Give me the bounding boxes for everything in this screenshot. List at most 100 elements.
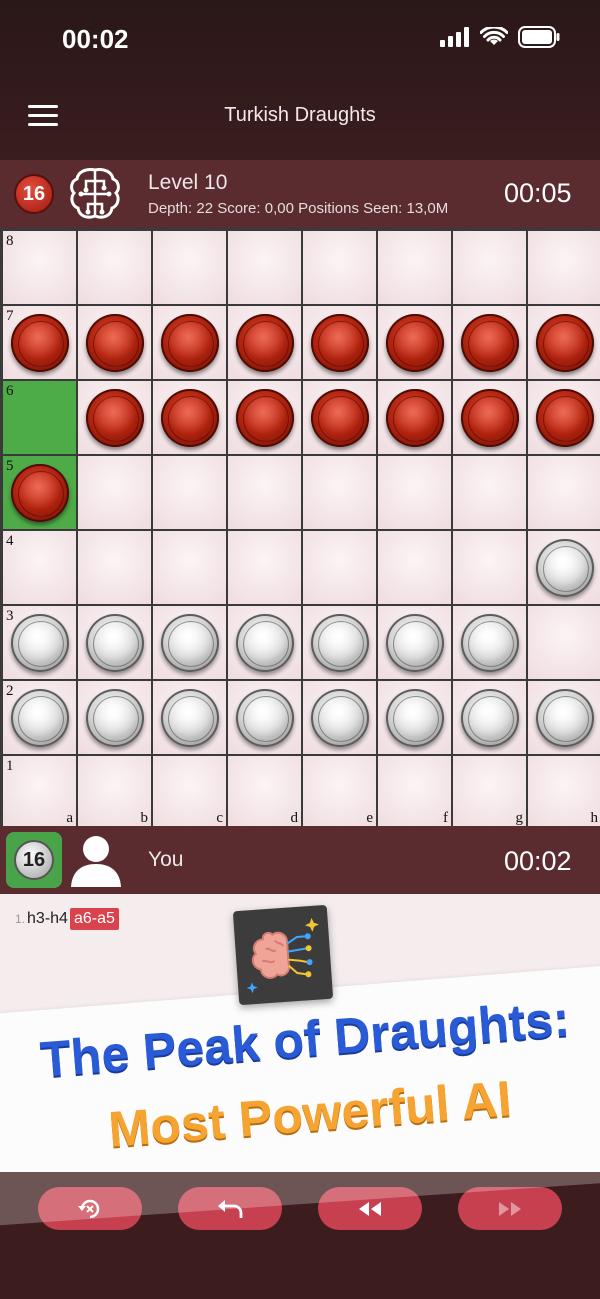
square-d3[interactable] bbox=[228, 606, 301, 679]
square-c1[interactable]: c bbox=[153, 756, 226, 829]
white-piece[interactable] bbox=[311, 689, 369, 747]
square-b1[interactable]: b bbox=[78, 756, 151, 829]
red-piece[interactable] bbox=[311, 389, 369, 447]
square-g4[interactable] bbox=[453, 531, 526, 604]
white-piece[interactable] bbox=[236, 689, 294, 747]
red-piece[interactable] bbox=[236, 389, 294, 447]
square-g7[interactable] bbox=[453, 306, 526, 379]
square-a7[interactable]: 7 bbox=[3, 306, 76, 379]
white-piece[interactable] bbox=[161, 614, 219, 672]
square-a4[interactable]: 4 bbox=[3, 531, 76, 604]
red-piece[interactable] bbox=[386, 389, 444, 447]
white-piece[interactable] bbox=[11, 689, 69, 747]
red-piece[interactable] bbox=[536, 389, 594, 447]
square-c3[interactable] bbox=[153, 606, 226, 679]
square-a1[interactable]: 1a bbox=[3, 756, 76, 829]
square-c5[interactable] bbox=[153, 456, 226, 529]
red-piece[interactable] bbox=[86, 314, 144, 372]
square-f5[interactable] bbox=[378, 456, 451, 529]
red-piece[interactable] bbox=[11, 314, 69, 372]
square-c4[interactable] bbox=[153, 531, 226, 604]
square-e2[interactable] bbox=[303, 681, 376, 754]
square-b5[interactable] bbox=[78, 456, 151, 529]
square-f4[interactable] bbox=[378, 531, 451, 604]
red-piece[interactable] bbox=[161, 389, 219, 447]
square-g2[interactable] bbox=[453, 681, 526, 754]
square-g6[interactable] bbox=[453, 381, 526, 454]
square-d7[interactable] bbox=[228, 306, 301, 379]
square-c7[interactable] bbox=[153, 306, 226, 379]
square-g5[interactable] bbox=[453, 456, 526, 529]
square-b3[interactable] bbox=[78, 606, 151, 679]
move-white[interactable]: h3-h4 bbox=[27, 910, 68, 928]
red-piece[interactable] bbox=[86, 389, 144, 447]
square-f1[interactable]: f bbox=[378, 756, 451, 829]
white-piece[interactable] bbox=[236, 614, 294, 672]
square-f6[interactable] bbox=[378, 381, 451, 454]
square-a3[interactable]: 3 bbox=[3, 606, 76, 679]
red-piece[interactable] bbox=[536, 314, 594, 372]
red-piece[interactable] bbox=[11, 464, 69, 522]
square-c6[interactable] bbox=[153, 381, 226, 454]
square-h8[interactable] bbox=[528, 231, 600, 304]
white-piece[interactable] bbox=[161, 689, 219, 747]
square-e5[interactable] bbox=[303, 456, 376, 529]
square-h1[interactable]: h bbox=[528, 756, 600, 829]
square-e4[interactable] bbox=[303, 531, 376, 604]
white-piece[interactable] bbox=[386, 689, 444, 747]
square-h5[interactable] bbox=[528, 456, 600, 529]
square-e7[interactable] bbox=[303, 306, 376, 379]
square-a6[interactable]: 6 bbox=[3, 381, 76, 454]
white-piece[interactable] bbox=[86, 689, 144, 747]
red-piece[interactable] bbox=[236, 314, 294, 372]
fast-forward-button[interactable] bbox=[458, 1187, 562, 1230]
white-piece[interactable] bbox=[386, 614, 444, 672]
move-black-current[interactable]: a6-a5 bbox=[69, 908, 119, 930]
square-d6[interactable] bbox=[228, 381, 301, 454]
square-d5[interactable] bbox=[228, 456, 301, 529]
square-f8[interactable] bbox=[378, 231, 451, 304]
red-piece[interactable] bbox=[386, 314, 444, 372]
square-g1[interactable]: g bbox=[453, 756, 526, 829]
square-f7[interactable] bbox=[378, 306, 451, 379]
square-h7[interactable] bbox=[528, 306, 600, 379]
square-c8[interactable] bbox=[153, 231, 226, 304]
square-a8[interactable]: 8 bbox=[3, 231, 76, 304]
square-e6[interactable] bbox=[303, 381, 376, 454]
square-e8[interactable] bbox=[303, 231, 376, 304]
square-h6[interactable] bbox=[528, 381, 600, 454]
square-d2[interactable] bbox=[228, 681, 301, 754]
white-piece[interactable] bbox=[536, 689, 594, 747]
red-piece[interactable] bbox=[161, 314, 219, 372]
square-b7[interactable] bbox=[78, 306, 151, 379]
square-d4[interactable] bbox=[228, 531, 301, 604]
white-piece[interactable] bbox=[86, 614, 144, 672]
square-f3[interactable] bbox=[378, 606, 451, 679]
square-g8[interactable] bbox=[453, 231, 526, 304]
red-piece[interactable] bbox=[461, 314, 519, 372]
square-a2[interactable]: 2 bbox=[3, 681, 76, 754]
square-d1[interactable]: d bbox=[228, 756, 301, 829]
square-b2[interactable] bbox=[78, 681, 151, 754]
white-piece[interactable] bbox=[461, 689, 519, 747]
white-piece[interactable] bbox=[311, 614, 369, 672]
square-b6[interactable] bbox=[78, 381, 151, 454]
square-h4[interactable] bbox=[528, 531, 600, 604]
white-piece[interactable] bbox=[11, 614, 69, 672]
square-f2[interactable] bbox=[378, 681, 451, 754]
square-g3[interactable] bbox=[453, 606, 526, 679]
square-a5[interactable]: 5 bbox=[3, 456, 76, 529]
square-e1[interactable]: e bbox=[303, 756, 376, 829]
red-piece[interactable] bbox=[461, 389, 519, 447]
square-d8[interactable] bbox=[228, 231, 301, 304]
rank-label: 6 bbox=[6, 383, 14, 399]
square-b4[interactable] bbox=[78, 531, 151, 604]
white-piece[interactable] bbox=[536, 539, 594, 597]
square-h2[interactable] bbox=[528, 681, 600, 754]
white-piece[interactable] bbox=[461, 614, 519, 672]
square-b8[interactable] bbox=[78, 231, 151, 304]
square-h3[interactable] bbox=[528, 606, 600, 679]
red-piece[interactable] bbox=[311, 314, 369, 372]
square-e3[interactable] bbox=[303, 606, 376, 679]
square-c2[interactable] bbox=[153, 681, 226, 754]
